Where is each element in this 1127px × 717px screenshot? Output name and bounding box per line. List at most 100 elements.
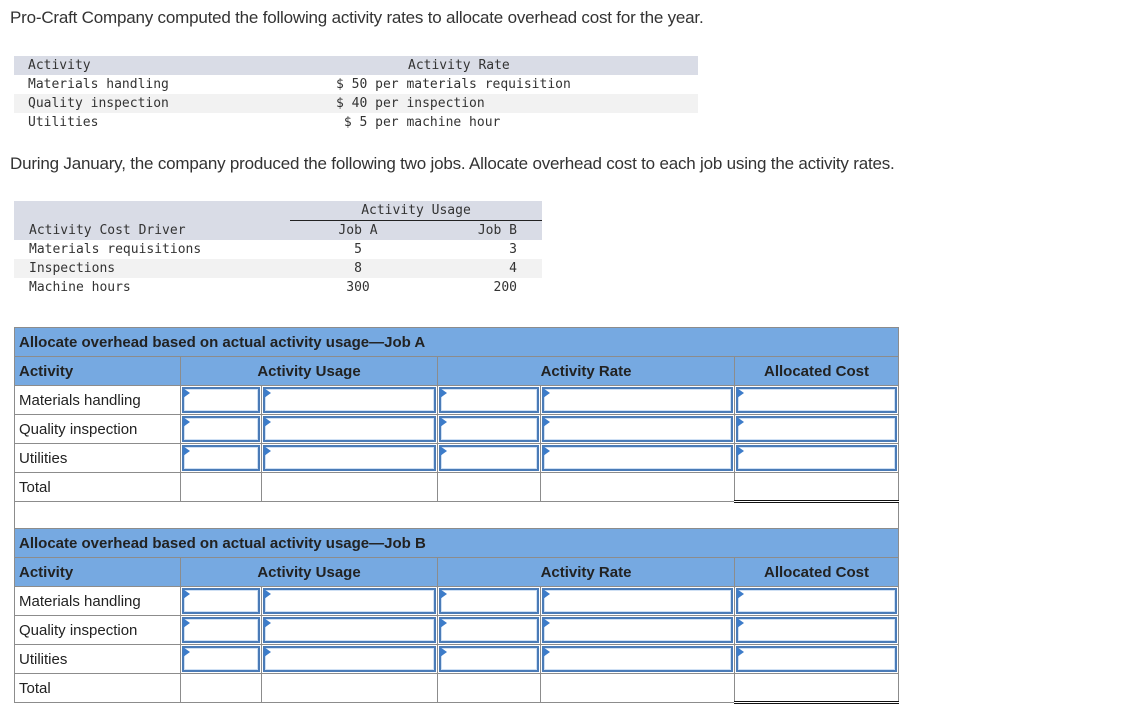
total-empty-cell <box>437 673 541 703</box>
total-empty-cell <box>261 472 438 502</box>
allocation-row: Materials handling <box>14 586 900 616</box>
allocated-cost-input[interactable] <box>733 443 900 473</box>
text-input[interactable] <box>544 389 731 411</box>
usage-driver: Materials requisitions <box>29 242 202 257</box>
header-allocated-cost: Allocated Cost <box>733 356 900 386</box>
total-empty-cell <box>180 673 262 703</box>
text-input[interactable] <box>441 418 537 440</box>
text-input[interactable] <box>265 389 434 411</box>
header-activity-usage: Activity Usage <box>180 557 438 587</box>
allocation-row: Materials handling <box>14 385 900 415</box>
usage-unit-input[interactable] <box>261 385 438 415</box>
text-input[interactable] <box>184 447 258 469</box>
rate-amount-input[interactable] <box>437 644 541 674</box>
text-input[interactable] <box>544 418 731 440</box>
rate-unit-input[interactable] <box>540 615 735 645</box>
rate-unit-input[interactable] <box>540 586 735 616</box>
text-input[interactable] <box>441 590 537 612</box>
text-input[interactable] <box>544 590 731 612</box>
text-input[interactable] <box>738 648 896 670</box>
usage-unit-input[interactable] <box>261 586 438 616</box>
activity-rate-table: Activity Activity Rate Materials handlin… <box>14 56 698 132</box>
input-flag-icon <box>737 647 744 657</box>
rate-value: $ 40 per inspection <box>336 94 698 113</box>
input-flag-icon <box>183 618 190 628</box>
text-input[interactable] <box>265 590 434 612</box>
text-input[interactable] <box>441 619 537 641</box>
usage-job-a: 300 <box>346 280 370 295</box>
usage-job-b: 3 <box>509 242 517 257</box>
input-flag-icon <box>183 388 190 398</box>
text-input[interactable] <box>544 648 731 670</box>
allocated-cost-input[interactable] <box>733 644 900 674</box>
input-flag-icon <box>264 647 271 657</box>
text-input[interactable] <box>738 418 896 440</box>
rate-amount-input[interactable] <box>437 615 541 645</box>
text-input[interactable] <box>265 447 434 469</box>
input-flag-icon <box>264 388 271 398</box>
usage-header-row: Activity Cost Driver Job A Job B <box>14 220 542 240</box>
input-flag-icon <box>264 446 271 456</box>
usage-quantity-input[interactable] <box>180 385 262 415</box>
usage-unit-input[interactable] <box>261 615 438 645</box>
allocation-header-row: Activity Activity Usage Activity Rate Al… <box>14 356 900 386</box>
text-input[interactable] <box>184 619 258 641</box>
rate-amount-input[interactable] <box>437 586 541 616</box>
text-input[interactable] <box>738 447 896 469</box>
usage-header-job-b: Job B <box>426 220 542 240</box>
text-input[interactable] <box>738 619 896 641</box>
text-input[interactable] <box>441 648 537 670</box>
allocated-cost-input[interactable] <box>733 615 900 645</box>
total-empty-cell <box>540 673 735 703</box>
usage-quantity-input[interactable] <box>180 615 262 645</box>
rate-row: Utilities $ 5 per machine hour <box>14 113 698 132</box>
usage-unit-input[interactable] <box>261 443 438 473</box>
input-flag-icon <box>440 388 447 398</box>
rate-unit-input[interactable] <box>540 385 735 415</box>
text-input[interactable] <box>265 648 434 670</box>
allocation-table-job-b: Allocate overhead based on actual activi… <box>13 528 900 704</box>
text-input[interactable] <box>544 619 731 641</box>
usage-unit-input[interactable] <box>261 414 438 444</box>
row-label: Materials handling <box>14 385 181 415</box>
rate-amount-input[interactable] <box>437 414 541 444</box>
text-input[interactable] <box>441 447 537 469</box>
rate-amount-input[interactable] <box>437 443 541 473</box>
text-input[interactable] <box>184 418 258 440</box>
usage-header-job-a: Job A <box>290 220 426 240</box>
input-flag-icon <box>183 417 190 427</box>
usage-quantity-input[interactable] <box>180 586 262 616</box>
usage-quantity-input[interactable] <box>180 443 262 473</box>
text-input[interactable] <box>184 389 258 411</box>
activity-usage-table: Activity Usage Activity Cost Driver Job … <box>14 201 542 297</box>
rate-unit-input[interactable] <box>540 414 735 444</box>
text-input[interactable] <box>441 389 537 411</box>
allocated-cost-input[interactable] <box>733 385 900 415</box>
usage-row: Materials requisitions 5 3 <box>14 240 542 259</box>
rate-unit-input[interactable] <box>540 644 735 674</box>
rate-unit-input[interactable] <box>540 443 735 473</box>
row-label: Quality inspection <box>14 615 181 645</box>
allocation-table-job-a: Allocate overhead based on actual activi… <box>13 327 900 532</box>
usage-quantity-input[interactable] <box>180 414 262 444</box>
usage-job-a: 5 <box>354 242 362 257</box>
usage-job-b: 4 <box>426 259 542 278</box>
header-allocated-cost: Allocated Cost <box>733 557 900 587</box>
allocated-cost-input[interactable] <box>733 414 900 444</box>
usage-job-a: 8 <box>290 259 426 278</box>
text-input[interactable] <box>738 590 896 612</box>
text-input[interactable] <box>544 447 731 469</box>
usage-quantity-input[interactable] <box>180 644 262 674</box>
input-flag-icon <box>543 647 550 657</box>
text-input[interactable] <box>738 389 896 411</box>
usage-unit-input[interactable] <box>261 644 438 674</box>
allocated-cost-input[interactable] <box>733 586 900 616</box>
text-input[interactable] <box>184 648 258 670</box>
total-empty-cell <box>180 472 262 502</box>
rate-row: Quality inspection $ 40 per inspection <box>14 94 698 113</box>
row-label: Utilities <box>14 644 181 674</box>
text-input[interactable] <box>184 590 258 612</box>
text-input[interactable] <box>265 619 434 641</box>
rate-amount-input[interactable] <box>437 385 541 415</box>
text-input[interactable] <box>265 418 434 440</box>
